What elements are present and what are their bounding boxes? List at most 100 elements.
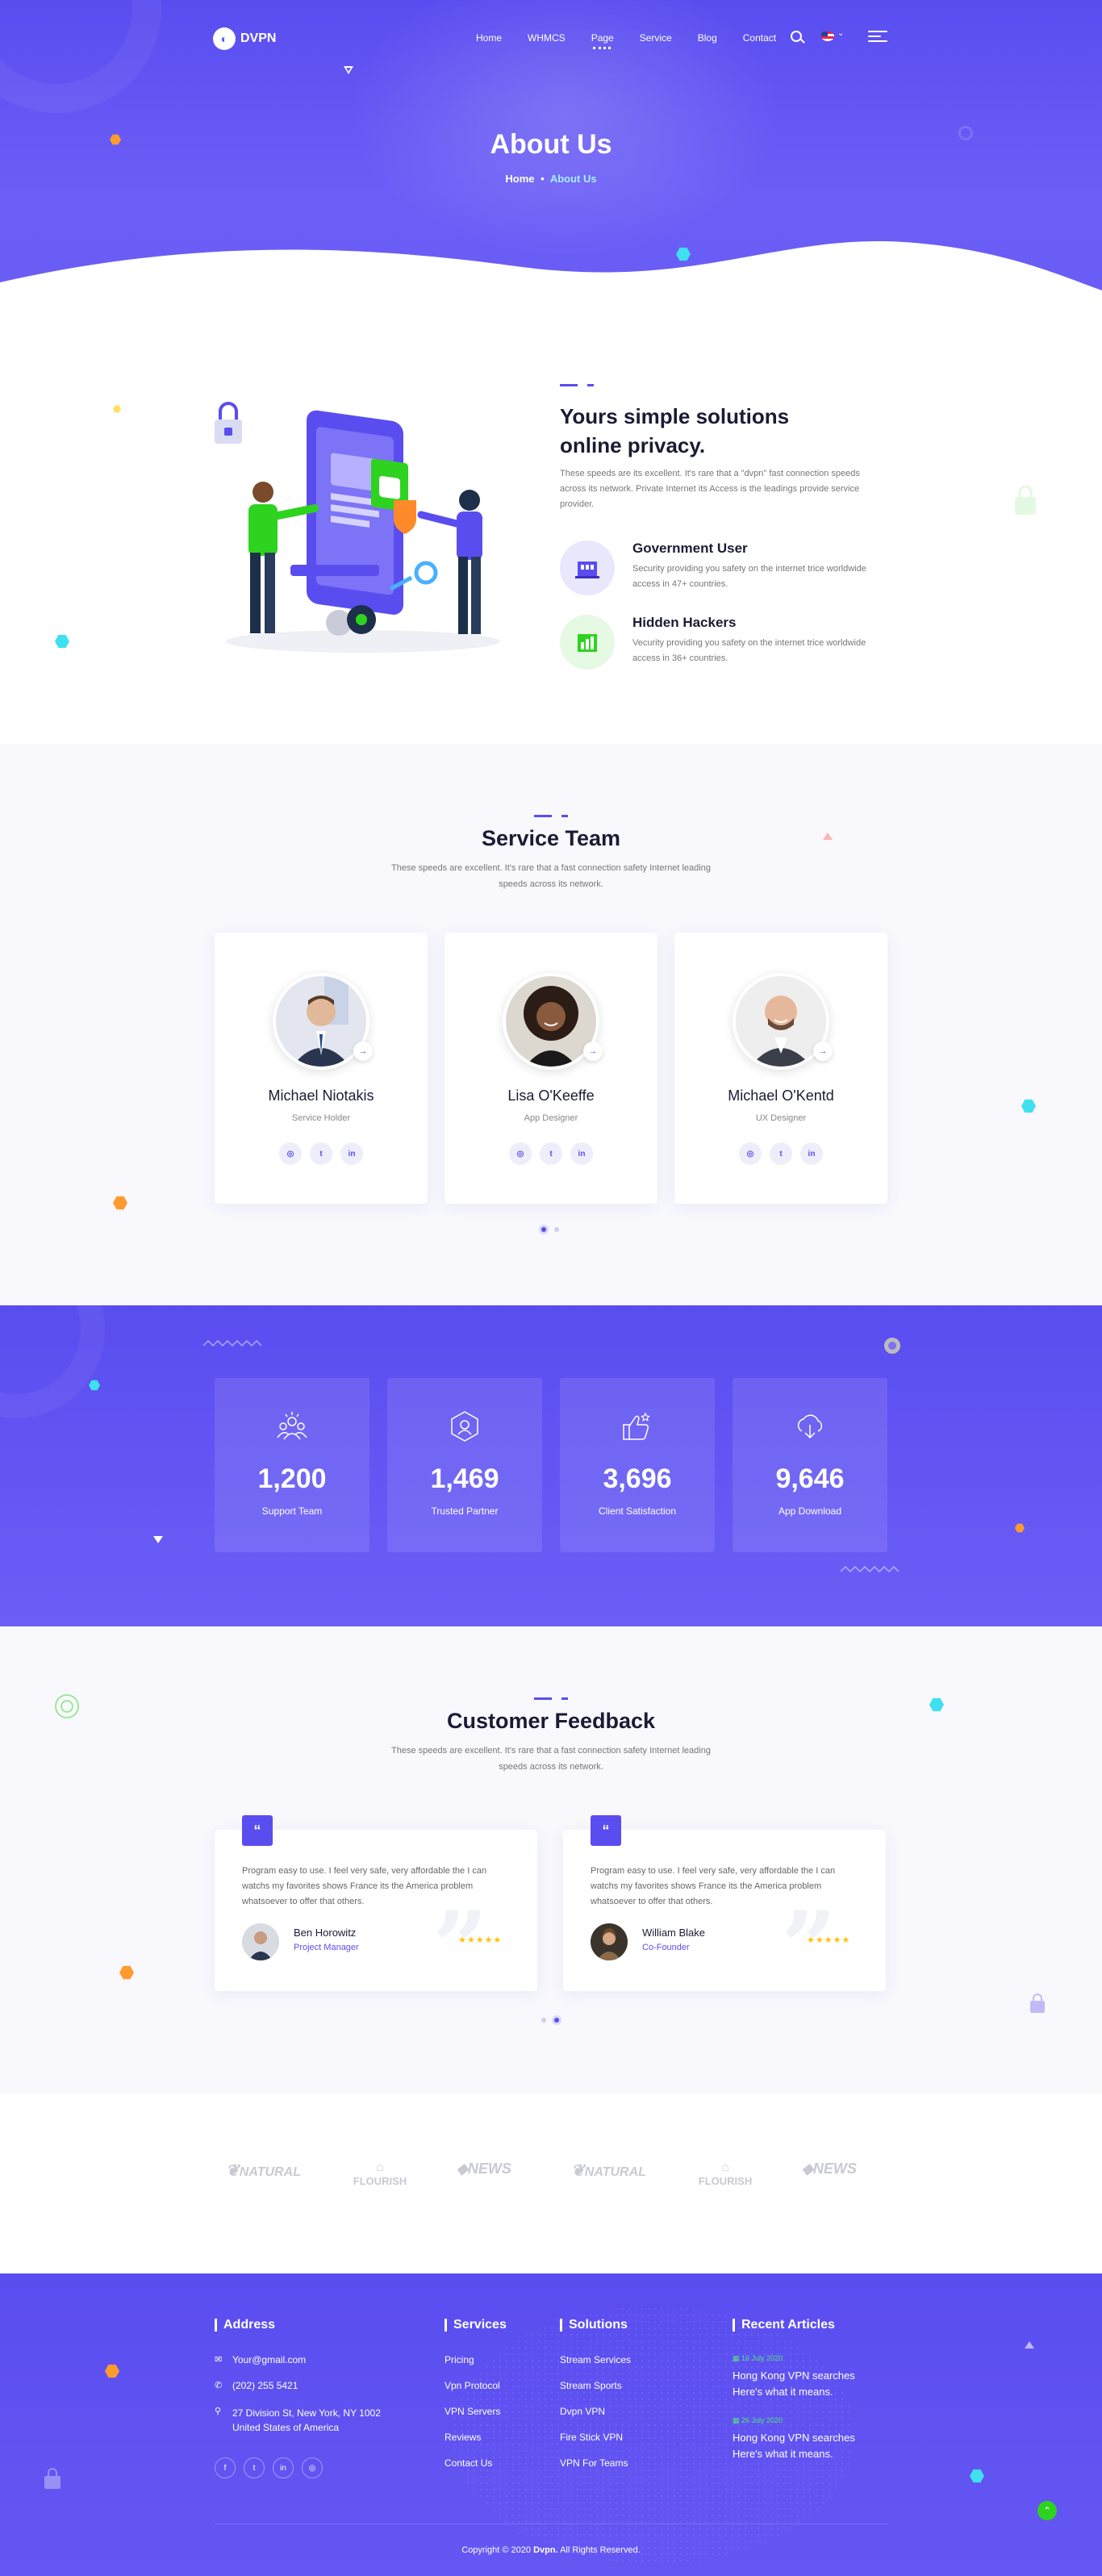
shield-chart-icon [560,615,615,670]
footer-link[interactable]: Vpn Protocol [445,2380,507,2391]
footer-address: Address ✉ Your@gmail.com ✆ (202) 255 5421 … [215,2319,381,2449]
twitter-icon[interactable]: t [244,2457,265,2478]
feature-hidden-hackers: Hidden Hackers Vecurity providing you sa… [560,615,883,671]
partner-logos: ❦NATURAL ⌂ FLOURISH ◆NEWS ❦NATURAL ⌂ FLOUR… [0,2093,1102,2273]
chevron-down-icon[interactable]: ⌄ [837,29,844,38]
facebook-icon[interactable]: f [215,2457,236,2478]
feature-text: Vecurity providing you safety on the int… [632,638,866,663]
stat-value: 9,646 [775,1463,845,1494]
menu-toggle-icon[interactable] [868,31,887,42]
article-date: ▦ 16 July 2020 [733,2354,878,2363]
feedback-title: Customer Feedback [446,1709,656,1733]
feedback-desc: These speeds are excellent. It's rare th… [391,1746,711,1772]
footer-socials: f t in ◎ [215,2457,323,2478]
footer-link[interactable]: Fire Stick VPN [560,2432,631,2443]
carousel-dots [541,1227,559,1232]
quote-icon: “ [591,1815,621,1846]
nav-service[interactable]: Service [640,32,672,44]
partner-logo-text: NEWS [812,2161,857,2177]
footer-link[interactable]: Reviews [445,2432,507,2443]
street-text: 27 Division St, New York, NY 1002 [232,2407,381,2419]
article-date-text: 26 July 2020 [741,2416,783,2424]
team-desc: These speeds are excellent. It's rare th… [391,863,711,889]
partner-logo-text: FLOURISH [353,2175,407,2187]
dribbble-icon[interactable]: ◎ [279,1142,302,1165]
us-flag-icon[interactable] [821,31,834,41]
footer-link[interactable]: Stream Services [560,2354,631,2365]
decor-triangle [344,66,353,74]
feature-title: Government User [632,541,748,556]
arrow-right-icon[interactable]: → [353,1042,373,1061]
brand-logo[interactable]: ◐ DVPN [213,27,276,50]
footer-solutions: Solutions Stream Services Stream Sports … [560,2319,631,2483]
testimonial-text: Program easy to use. I feel very safe, v… [591,1866,836,1906]
carousel-dot[interactable] [541,1227,546,1232]
twitter-icon[interactable]: t [310,1142,332,1165]
article-link[interactable]: Hong Kong VPN searches Here's what it me… [733,2368,878,2400]
shield-logo-icon: ◐ [213,27,236,50]
lock-icon [44,2467,61,2490]
stat-card: 1,469 Trusted Partner [387,1378,542,1552]
dribbble-icon[interactable]: ◎ [509,1142,532,1165]
arrow-right-icon[interactable]: → [813,1042,833,1061]
twitter-icon[interactable]: t [770,1142,792,1165]
section-accent [534,1697,570,1700]
about-title: Yours simple solutions online privacy. [560,404,790,457]
linkedin-icon[interactable]: in [273,2457,294,2478]
testimonial-card: ” “ Program easy to use. I feel very saf… [215,1815,537,1996]
footer-phone[interactable]: ✆ (202) 255 5421 [215,2380,381,2391]
arrow-right-icon[interactable]: → [583,1042,603,1061]
partner-logo[interactable]: ⌂ FLOURISH [342,2161,418,2201]
footer-email[interactable]: ✉ Your@gmail.com [215,2354,381,2365]
member-socials: ◎ t in [674,1142,887,1165]
carousel-dot[interactable] [554,2018,559,2023]
nav-page[interactable]: Page [591,32,614,49]
location-pin-icon: ⚲ [215,2407,222,2416]
scroll-to-top-button[interactable]: ⌃ [1037,2501,1057,2520]
footer-link[interactable]: VPN Servers [445,2406,507,2417]
twitter-icon[interactable]: t [540,1142,562,1165]
section-accent [560,384,595,386]
phone-text: (202) 255 5421 [232,2380,298,2391]
search-icon[interactable] [791,31,802,42]
footer-link[interactable]: Contact Us [445,2457,507,2469]
article-link[interactable]: Hong Kong VPN searches Here's what it me… [733,2430,878,2462]
member-role: UX Designer [755,1113,807,1123]
copyright-brand[interactable]: Dvpn. [533,2545,558,2555]
article-date-text: 16 July 2020 [741,2354,783,2362]
nav-contact[interactable]: Contact [743,32,776,44]
carousel-dot[interactable] [554,1227,559,1232]
nav-whmcs[interactable]: WHMCS [528,32,566,44]
hero-banner: ◐ DVPN Home WHMCS Page Service Blog Cont… [0,0,1102,323]
footer-link[interactable]: Dvpn VPN [560,2406,631,2417]
breadcrumb-home[interactable]: Home [505,173,534,185]
nav-blog[interactable]: Blog [698,32,717,44]
decor-hexagon [89,1380,100,1391]
linkedin-icon[interactable]: in [340,1142,363,1165]
stat-value: 3,696 [603,1463,672,1494]
partner-logo[interactable]: ◆NEWS [802,2161,878,2201]
decor-zigzag [841,1565,900,1573]
carousel-dots [541,2018,559,2023]
decor-triangle [153,1536,163,1543]
stat-card: 3,696 Client Satisfaction [560,1378,715,1552]
partner-logo[interactable]: ⌂ FLOURISH [687,2161,763,2201]
footer-link[interactable]: Pricing [445,2354,507,2365]
partner-logo[interactable]: ◆NEWS [457,2161,532,2201]
footer-link[interactable]: Stream Sports [560,2380,631,2391]
footer-link[interactable]: VPN For Teams [560,2457,631,2469]
dribbble-icon[interactable]: ◎ [739,1142,762,1165]
stat-label: App Download [778,1505,842,1517]
rating-stars: ★★★★★ [458,1935,503,1945]
partner-logo[interactable]: ❦NATURAL [571,2161,647,2201]
linkedin-icon[interactable]: in [800,1142,823,1165]
testimonial-role: Co-Founder [642,1943,690,1952]
partner-logo[interactable]: ❦NATURAL [226,2161,302,2201]
instagram-icon[interactable]: ◎ [302,2457,323,2478]
nav-home[interactable]: Home [476,32,502,44]
carousel-dot[interactable] [541,2018,546,2023]
linkedin-icon[interactable]: in [570,1142,593,1165]
copyright-prefix: Copyright © 2020 [461,2545,532,2555]
feature-title: Hidden Hackers [632,615,737,630]
thumbs-up-icon [623,1412,650,1440]
